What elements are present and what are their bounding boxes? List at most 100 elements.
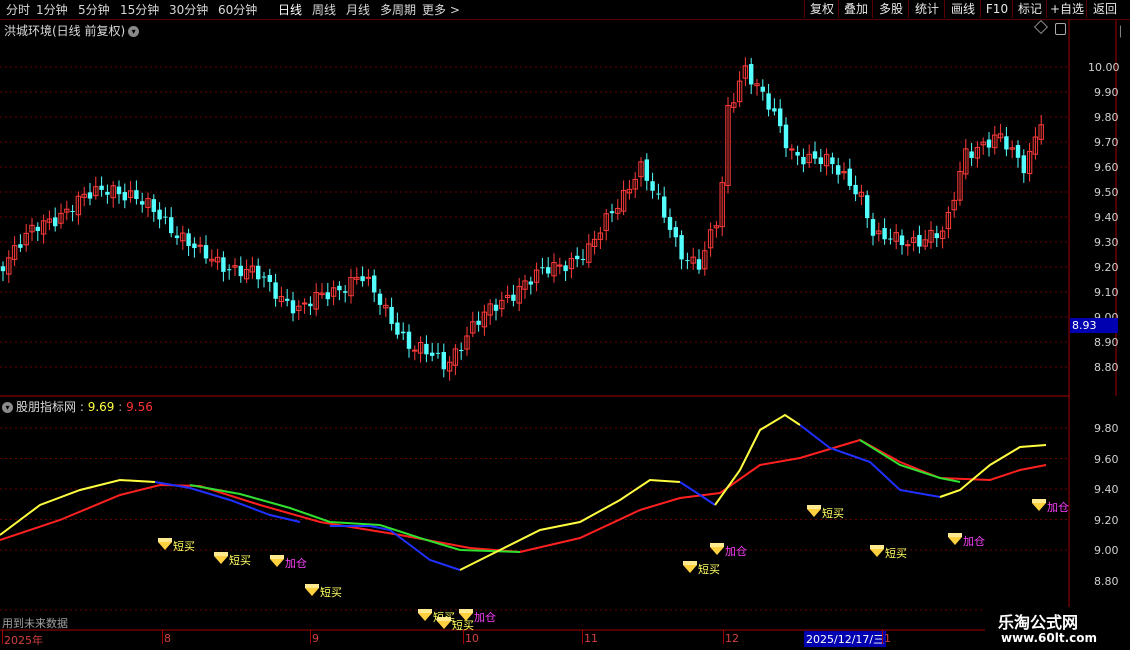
candle-body xyxy=(174,235,180,239)
date-tick xyxy=(463,630,464,644)
candle-body xyxy=(1021,155,1026,174)
candle-body xyxy=(0,266,6,272)
candle-body xyxy=(563,265,568,272)
date-tick xyxy=(2,630,3,644)
candle-body xyxy=(87,192,93,199)
indicator-tick: 8.80 xyxy=(1094,575,1119,588)
candle-body xyxy=(836,165,841,175)
candle-body xyxy=(557,264,563,267)
candle-body xyxy=(493,304,499,311)
price-tick: 9.70 xyxy=(1094,136,1119,149)
candle-body xyxy=(35,226,40,232)
candle-body xyxy=(157,209,162,220)
date-tick xyxy=(882,630,883,644)
gem-icon xyxy=(870,545,884,557)
candle-body xyxy=(546,267,551,274)
candle-body xyxy=(685,260,690,262)
candle-body xyxy=(801,156,806,165)
stock-title[interactable]: 洪城环境(日线 前复权) ▾ xyxy=(4,22,140,39)
chevron-down-icon[interactable]: ▾ xyxy=(2,402,13,413)
candle-body xyxy=(301,302,308,305)
indicator-line-yellow xyxy=(0,478,156,536)
candle-body xyxy=(760,86,765,92)
candle-body xyxy=(389,306,394,324)
gem-icon xyxy=(807,505,821,517)
price-tick: 9.60 xyxy=(1094,161,1119,174)
candle-body xyxy=(795,151,800,156)
candle-body xyxy=(511,294,516,301)
candle-body xyxy=(656,193,661,195)
candle-body xyxy=(476,320,481,325)
indicator-title[interactable]: ▾ 股朋指标网 : 9.69 : 9.56 xyxy=(2,398,153,415)
candle-body xyxy=(365,276,372,279)
indicator-separator: : xyxy=(118,400,123,414)
candle-body xyxy=(969,151,974,158)
candle-body xyxy=(140,201,145,205)
candle-body xyxy=(679,235,684,260)
candle-body xyxy=(273,282,278,299)
candle-body xyxy=(406,331,412,349)
candle-body xyxy=(917,234,922,247)
watermark-logo: 乐淘公式网 www.60lt.com xyxy=(985,607,1130,650)
gem-icon xyxy=(305,584,319,596)
side-panel-strip[interactable]: ▏ xyxy=(1120,20,1128,45)
price-tick: 10.00 xyxy=(1088,61,1120,74)
date-label: 2025年 xyxy=(4,634,43,647)
date-label: 9 xyxy=(312,632,319,645)
indicator-tick: 9.20 xyxy=(1094,514,1119,527)
indicator-line-yellow xyxy=(459,478,681,571)
indicator-line-blue xyxy=(330,525,461,571)
gem-icon xyxy=(710,543,724,555)
candle-body xyxy=(377,293,383,305)
candle-body xyxy=(888,238,893,240)
indicator-value-1: 9.69 xyxy=(87,400,115,414)
indicator-tick: 9.60 xyxy=(1094,453,1119,466)
candle-body xyxy=(1015,145,1021,158)
candle-body xyxy=(337,285,342,291)
candle-body xyxy=(789,148,795,151)
date-tick xyxy=(582,630,583,644)
candle-body xyxy=(151,199,156,212)
indicator-tick: 9.80 xyxy=(1094,422,1119,435)
candle-body xyxy=(18,244,23,248)
candle-body xyxy=(169,217,174,234)
candle-body xyxy=(343,291,348,293)
price-tick: 9.90 xyxy=(1094,86,1119,99)
watermark-url: www.60lt.com xyxy=(1001,631,1098,645)
candle-body xyxy=(99,185,104,190)
indicator-line-blue xyxy=(154,481,301,523)
candle-body xyxy=(238,265,243,277)
candle-body xyxy=(1004,136,1009,150)
candle-body xyxy=(308,303,313,307)
candle-body xyxy=(53,217,58,227)
candle-body xyxy=(696,259,702,270)
gem-icon xyxy=(418,609,432,621)
gem-icon xyxy=(158,538,172,550)
candle-body xyxy=(401,331,406,334)
indicator-tick: 9.40 xyxy=(1094,483,1119,496)
indicator-line-red xyxy=(0,438,1047,554)
date-label: 8 xyxy=(164,632,171,645)
candle-body xyxy=(830,157,835,165)
candle-body xyxy=(459,350,464,352)
indicator-value-2: 9.56 xyxy=(126,400,153,414)
window-restore-icon[interactable] xyxy=(1055,23,1066,35)
candle-body xyxy=(203,245,209,259)
candle-body xyxy=(853,184,858,195)
chevron-down-icon[interactable]: ▾ xyxy=(128,26,140,37)
gem-icon xyxy=(437,617,451,629)
stock-name-label: 洪城环境(日线 前复权) xyxy=(4,24,126,38)
candle-body xyxy=(441,351,446,370)
candle-body xyxy=(847,168,852,186)
candle-body xyxy=(650,181,655,191)
candle-body xyxy=(575,255,580,260)
candle-body xyxy=(899,235,905,246)
signal-short-buy: 短买 xyxy=(683,561,720,577)
candle-body xyxy=(197,244,203,247)
gem-icon xyxy=(214,552,228,564)
price-tick: 9.40 xyxy=(1094,211,1119,224)
date-tick xyxy=(162,630,163,644)
signal-add-position: 加仓 xyxy=(1032,499,1069,515)
candle-body xyxy=(818,157,823,164)
candle-body xyxy=(749,64,754,85)
